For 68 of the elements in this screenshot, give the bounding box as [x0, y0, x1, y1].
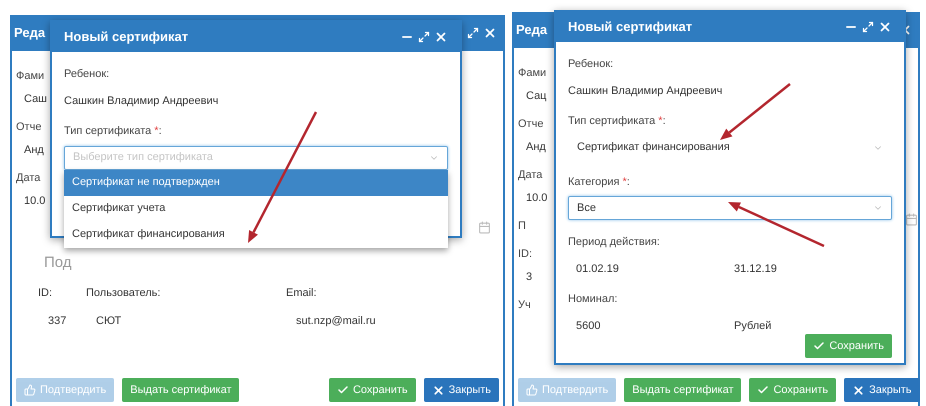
field-value: Сашкин Владимир Андреевич: [568, 84, 724, 98]
field-value: 10.0: [525, 191, 548, 205]
thumbs-up-icon: [24, 384, 36, 396]
select-field[interactable]: Все: [568, 196, 892, 220]
close-icon[interactable]: [878, 20, 892, 34]
field-value: Саш: [23, 92, 48, 106]
field-label: Ребенок:: [568, 57, 614, 72]
column-header: Email:: [286, 286, 318, 300]
thumbs-up-icon: [526, 384, 538, 396]
maximize-icon[interactable]: [418, 31, 430, 43]
select-field[interactable]: Сертификат финансирования: [568, 136, 892, 160]
annotation-arrow: [720, 83, 791, 140]
field-value: 01.02.19: [576, 262, 620, 276]
field-label: Отче: [16, 120, 42, 134]
field-label: Номинал:: [568, 292, 618, 307]
close-icon: [432, 384, 445, 396]
field-label: Уч: [518, 298, 532, 312]
field-label: Период действия:: [568, 235, 661, 250]
issue-certificate-button[interactable]: Выдать сертификат: [624, 378, 742, 402]
field-label: Дата: [16, 171, 42, 185]
calendar-icon[interactable]: [905, 213, 918, 226]
window-title: Реда: [14, 24, 46, 42]
field-value: Сац: [525, 89, 548, 103]
dialog-title: Новый сертификат: [568, 18, 692, 36]
dialog-title: Новый сертификат: [64, 28, 188, 46]
save-button[interactable]: Сохранить: [328, 378, 416, 402]
close-button[interactable]: Закрыть: [424, 378, 499, 402]
field-value: Рублей: [734, 318, 772, 334]
field-label: П: [518, 219, 527, 233]
issue-certificate-button[interactable]: Выдать сертификат: [122, 378, 240, 402]
field-label: Категория *:: [568, 174, 631, 190]
dropdown-option[interactable]: Сертификат не подтвержден: [64, 170, 448, 196]
field-value: Анд: [23, 143, 45, 157]
field-value: Сашкин Владимир Андреевич: [64, 94, 220, 108]
column-header: ID:: [38, 286, 54, 300]
table-cell-text: 337: [47, 314, 68, 329]
save-button[interactable]: Сохранить: [749, 378, 836, 402]
table-cell-text: СЮТ: [95, 314, 122, 329]
save-button[interactable]: Сохранить: [805, 334, 892, 358]
maximize-icon[interactable]: [862, 21, 874, 33]
field-value: Анд: [525, 140, 547, 154]
close-icon: [852, 384, 866, 396]
field-label: Фами: [518, 66, 548, 80]
check-icon: [336, 384, 349, 396]
select-field[interactable]: Выберите тип сертификата: [64, 146, 448, 170]
field-label: Тип сертификата *:: [64, 124, 163, 139]
field-label: Отче: [518, 117, 544, 131]
window-title: Реда: [516, 21, 548, 40]
field-value: 31.12.19: [734, 262, 778, 276]
field-value: 5600: [576, 318, 602, 334]
close-icon[interactable]: [483, 26, 497, 40]
column-header: Пользователь:: [86, 286, 162, 300]
dropdown-option[interactable]: Сертификат финансирования: [64, 222, 448, 248]
close-icon[interactable]: [434, 30, 448, 44]
dropdown-option[interactable]: Сертификат учета: [64, 196, 448, 222]
check-icon: [757, 384, 770, 396]
check-icon: [813, 340, 826, 352]
table-cell-text: sut.nzp@mail.ru: [295, 314, 377, 329]
field-label: ID:: [518, 247, 534, 261]
field-value: 10.0: [23, 194, 46, 208]
field-label: Фами: [16, 69, 46, 83]
field-value: 3: [525, 270, 534, 284]
close-button[interactable]: Закрыть: [844, 378, 920, 402]
field-label: Ребенок:: [64, 67, 110, 82]
field-label: Дата: [518, 168, 544, 182]
field-label: Тип сертификата *:: [568, 114, 667, 129]
maximize-icon[interactable]: [467, 27, 479, 39]
section-legend: Под: [44, 252, 499, 274]
